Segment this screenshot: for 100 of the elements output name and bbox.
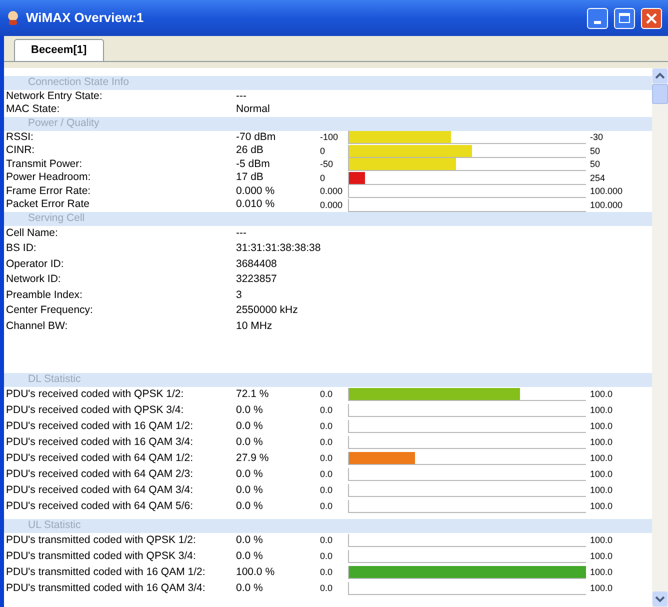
range-min: 0.0	[320, 420, 334, 433]
field-label: Power Headroom:	[5, 170, 92, 186]
field-value: 72.1 %	[236, 386, 270, 402]
range-max: 100.0	[590, 404, 613, 417]
range-min: 0.0	[320, 436, 334, 449]
field-label: RSSI:	[5, 130, 34, 145]
field-value: 0.0 %	[236, 402, 264, 418]
close-button[interactable]	[641, 8, 662, 28]
scrollbar[interactable]	[652, 68, 668, 607]
field-value: 0.010 %	[236, 197, 276, 212]
field-value: 26 dB	[236, 143, 264, 158]
field-label: PDU's received coded with 64 QAM 1/2:	[5, 450, 194, 466]
field-value: 27.9 %	[236, 450, 270, 466]
range-max: 100.0	[590, 436, 613, 449]
section-header: UL Statistic	[4, 518, 652, 532]
field-label: Operator ID:	[5, 256, 65, 272]
range-min: 0.0	[320, 500, 334, 513]
field-value: 0.0 %	[236, 548, 264, 564]
field-label: Cell Name:	[5, 226, 59, 241]
range-max: 100.0	[590, 388, 613, 401]
section-header: Power / Quality	[4, 117, 652, 131]
range-min: -100	[320, 131, 340, 144]
field-label: Frame Error Rate:	[5, 184, 92, 199]
range-max: 100.0	[590, 468, 613, 481]
range-min: 0.0	[320, 452, 334, 465]
field-label: Transmit Power:	[5, 156, 84, 172]
range-min: 0.0	[320, 582, 334, 595]
range-max: 254	[590, 172, 606, 184]
field-value: 10 MHz	[236, 318, 272, 334]
field-label: Packet Error Rate	[5, 197, 90, 212]
scroll-thumb[interactable]	[652, 84, 668, 104]
tab[interactable]: Beceem[1]	[14, 39, 104, 61]
field-label: Channel BW:	[5, 318, 69, 334]
field-value: 17 dB	[236, 170, 264, 186]
range-max: 100.0	[590, 500, 613, 513]
field-value: ---	[236, 226, 246, 241]
range-min: 0.0	[320, 468, 334, 481]
field-label: PDU's received coded with QPSK 1/2:	[5, 386, 185, 402]
range-max: 100.0	[590, 582, 613, 595]
range-min: 0.000	[320, 185, 344, 198]
field-label: Center Frequency:	[5, 303, 94, 318]
field-label: PDU's received coded with 64 QAM 3/4:	[5, 482, 194, 498]
field-label: BS ID:	[5, 241, 38, 256]
range-min: 0.0	[320, 484, 334, 497]
maximize-button[interactable]	[614, 8, 635, 28]
range-max: -30	[590, 131, 604, 144]
field-label: Network Entry State:	[5, 88, 104, 104]
range-max: 100.0	[590, 452, 613, 465]
range-max: 100.000	[590, 185, 623, 198]
field-label: Network ID:	[5, 272, 62, 288]
field-value: 0.0 %	[236, 482, 264, 498]
range-max: 100.0	[590, 550, 613, 563]
field-label: PDU's transmitted coded with 16 QAM 1/2:	[5, 564, 206, 580]
field-label: PDU's received coded with 16 QAM 1/2:	[5, 418, 194, 434]
range-max: 50	[590, 158, 600, 171]
field-value: 0.0 %	[236, 532, 264, 548]
field-value: 0.0 %	[236, 580, 264, 596]
range-max: 100.0	[590, 534, 613, 547]
range-min: 0.0	[320, 388, 334, 401]
range-min: 0.0	[320, 534, 334, 547]
field-label: PDU's received coded with 64 QAM 5/6:	[5, 498, 194, 514]
field-label: MAC State:	[5, 102, 61, 118]
section-header: Serving Cell	[4, 212, 652, 226]
field-value: 0.0 %	[236, 466, 264, 482]
field-value: Normal	[236, 102, 270, 118]
scroll-up-icon[interactable]	[652, 68, 668, 84]
field-value: 3223857	[236, 272, 277, 288]
field-value: -5 dBm	[236, 156, 271, 172]
field-label: PDU's transmitted coded with QPSK 3/4:	[5, 548, 197, 564]
scroll-down-icon[interactable]	[652, 591, 668, 607]
field-label: PDU's received coded with 64 QAM 2/3:	[5, 466, 194, 482]
close-icon	[646, 12, 657, 24]
field-value: ---	[236, 88, 246, 104]
field-value: 0.000 %	[236, 184, 276, 199]
section-header: Connection State Info	[4, 76, 652, 90]
range-min: -50	[320, 158, 334, 171]
field-label: PDU's transmitted coded with QPSK 1/2:	[5, 532, 197, 548]
minimize-button[interactable]	[587, 8, 608, 28]
field-value: 2550000 kHz	[236, 303, 298, 318]
field-label: PDU's transmitted coded with 16 QAM 3/4:	[5, 580, 206, 596]
range-max: 100.0	[590, 566, 613, 579]
range-min: 0.0	[320, 566, 334, 579]
field-value: 100.0 %	[236, 564, 276, 580]
field-value: 0.0 %	[236, 418, 264, 434]
field-value: 3684408	[236, 256, 277, 272]
app-icon	[6, 10, 20, 26]
field-label: CINR:	[5, 143, 36, 158]
section-header: DL Statistic	[4, 372, 652, 386]
window-title: WiMAX Overview:1	[26, 9, 144, 28]
range-max: 100.000	[590, 198, 623, 212]
range-max: 100.0	[590, 484, 613, 497]
range-max: 50	[590, 144, 600, 158]
range-min: 0	[320, 144, 326, 158]
range-min: 0	[320, 172, 326, 184]
range-min: 0.0	[320, 550, 334, 563]
field-value: 31:31:31:38:38:38	[236, 241, 321, 256]
field-value: 3	[236, 288, 242, 303]
field-label: PDU's received coded with 16 QAM 3/4:	[5, 434, 194, 450]
range-max: 100.0	[590, 420, 613, 433]
range-min: 0.0	[320, 404, 334, 417]
